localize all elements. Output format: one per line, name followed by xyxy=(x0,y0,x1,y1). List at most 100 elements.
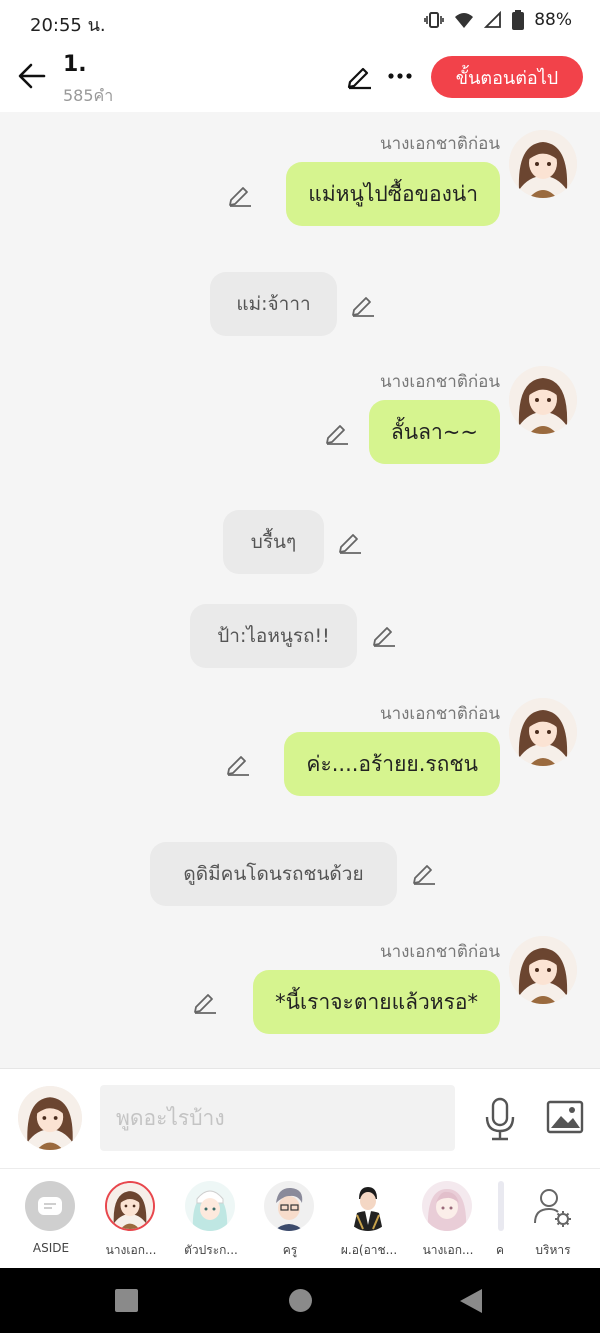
speaker-name: นางเอกชาติก่อน xyxy=(379,942,500,962)
character-avatar[interactable] xyxy=(509,698,577,766)
character-item[interactable]: ค xyxy=(488,1181,512,1263)
edit-title-button[interactable] xyxy=(346,62,374,90)
more-dots-icon xyxy=(388,73,412,79)
edit-message-button[interactable] xyxy=(225,751,251,777)
character-label: ตัวประก... xyxy=(184,1243,238,1257)
edit-message-button[interactable] xyxy=(324,420,350,446)
man-avatar-icon xyxy=(353,1187,383,1231)
character-avatar[interactable] xyxy=(509,130,577,198)
main-message-bubble[interactable]: *นี้เราจะตายแล้วหรอ* xyxy=(253,970,500,1034)
narration-bubble[interactable]: แม่:จ้าาา xyxy=(210,272,337,336)
character-item[interactable]: นางเอก... xyxy=(409,1181,487,1263)
character-item[interactable]: นางเอก... xyxy=(92,1181,170,1263)
message-input[interactable] xyxy=(100,1085,455,1151)
status-icons: 88% xyxy=(424,10,572,30)
girl-avatar-icon xyxy=(509,698,577,766)
pencil-icon xyxy=(352,297,374,317)
story-title: 1. xyxy=(63,52,87,77)
voice-button[interactable] xyxy=(482,1097,518,1141)
pencil-icon xyxy=(373,627,395,647)
edit-message-button[interactable] xyxy=(227,182,253,208)
character-item[interactable]: ครู xyxy=(251,1181,329,1263)
next-step-button[interactable]: ขั้นตอนต่อไป xyxy=(431,56,583,98)
aside-avatar xyxy=(25,1181,75,1231)
nun-avatar-icon xyxy=(192,1190,228,1231)
signal-icon xyxy=(484,11,502,29)
character-label: บริหาร xyxy=(535,1243,571,1257)
word-count: 585คำ xyxy=(63,86,114,105)
back-button[interactable] xyxy=(16,60,48,92)
edit-message-button[interactable] xyxy=(371,622,397,648)
girl-avatar-icon xyxy=(509,130,577,198)
pencil-icon xyxy=(227,756,249,776)
character-avatar xyxy=(264,1181,314,1231)
character-avatar xyxy=(343,1181,393,1231)
wifi-icon xyxy=(454,11,474,29)
character-avatar xyxy=(422,1181,472,1231)
main-message-bubble[interactable]: ลั้นลา~~ xyxy=(368,400,500,464)
speaker-name: นางเอกชาติก่อน xyxy=(379,704,500,724)
back-nav-button[interactable] xyxy=(458,1287,484,1319)
narration-bubble[interactable]: ดูดิมีคนโดนรถชนด้วย xyxy=(150,842,397,906)
pencil-icon xyxy=(229,187,251,207)
current-character-avatar[interactable] xyxy=(18,1086,82,1150)
character-item[interactable]: ผ.อ(อาช... xyxy=(330,1181,408,1263)
status-bar: 20:55 น. 88% xyxy=(0,0,600,44)
edit-message-button[interactable] xyxy=(192,989,218,1015)
pencil-icon xyxy=(339,534,361,554)
character-avatar[interactable] xyxy=(509,936,577,1004)
image-button[interactable] xyxy=(546,1100,584,1134)
edit-message-button[interactable] xyxy=(411,860,437,886)
back-arrow-icon xyxy=(18,63,46,89)
character-label: ASIDE xyxy=(32,1241,70,1255)
vibrate-icon xyxy=(424,11,445,29)
manage-characters-button[interactable]: บริหาร xyxy=(514,1181,592,1263)
triangle-back-icon xyxy=(460,1289,482,1313)
status-time: 20:55 น. xyxy=(30,15,106,36)
editor-header: 1. 585คำ ขั้นตอนต่อไป xyxy=(0,44,600,112)
character-avatar xyxy=(105,1181,155,1231)
character-avatar xyxy=(185,1181,235,1231)
main-message-bubble[interactable]: แม่หนูไปซื้อของน่า xyxy=(286,162,500,226)
teacher-avatar-icon xyxy=(274,1187,304,1231)
home-button[interactable] xyxy=(289,1289,312,1312)
recents-button[interactable] xyxy=(115,1289,138,1312)
character-label: ผ.อ(อาช... xyxy=(340,1243,398,1257)
character-aside[interactable]: ASIDE xyxy=(12,1181,90,1263)
pencil-icon xyxy=(347,67,371,90)
battery-icon xyxy=(512,10,525,30)
manage-icon-wrap xyxy=(527,1181,577,1231)
girl-avatar-icon xyxy=(107,1183,153,1229)
pencil-icon xyxy=(326,425,348,445)
girl-avatar-icon xyxy=(18,1086,82,1150)
narration-bubble[interactable]: บรื้นๆ xyxy=(223,510,324,574)
character-bar: ASIDE นางเอก... ตัวประก... ครู ผ.อ(อาช..… xyxy=(0,1168,600,1268)
person-settings-icon xyxy=(534,1189,571,1227)
character-avatar[interactable] xyxy=(509,366,577,434)
system-nav-bar xyxy=(0,1268,600,1333)
character-item[interactable]: ตัวประก... xyxy=(172,1181,250,1263)
girl-avatar-icon xyxy=(509,936,577,1004)
edit-message-button[interactable] xyxy=(337,529,363,555)
edit-message-button[interactable] xyxy=(350,292,376,318)
more-options-button[interactable] xyxy=(386,62,414,90)
chat-area: นางเอกชาติก่อน แม่หนูไปซื้อของน่า แม่:จ้… xyxy=(0,112,600,1068)
narration-bubble[interactable]: ป้า:ไอหนูรถ!! xyxy=(190,604,357,668)
image-icon xyxy=(546,1100,584,1134)
character-label: ค xyxy=(495,1243,505,1257)
character-label: ครู xyxy=(282,1243,298,1257)
pencil-icon xyxy=(413,865,435,885)
speaker-name: นางเอกชาติก่อน xyxy=(379,134,500,154)
message-composer xyxy=(0,1068,600,1168)
character-avatar-partial xyxy=(498,1181,504,1231)
character-label: นางเอก... xyxy=(422,1243,474,1257)
pink-hair-avatar-icon xyxy=(427,1189,467,1231)
microphone-icon xyxy=(485,1097,515,1141)
girl-avatar-icon xyxy=(509,366,577,434)
pencil-icon xyxy=(194,994,216,1014)
chat-bubble-icon xyxy=(38,1197,62,1215)
battery-percent: 88% xyxy=(534,10,572,30)
speaker-name: นางเอกชาติก่อน xyxy=(379,372,500,392)
character-label: นางเอก... xyxy=(105,1243,157,1257)
main-message-bubble[interactable]: ค่ะ....อร้ายย.รถชน xyxy=(284,732,500,796)
